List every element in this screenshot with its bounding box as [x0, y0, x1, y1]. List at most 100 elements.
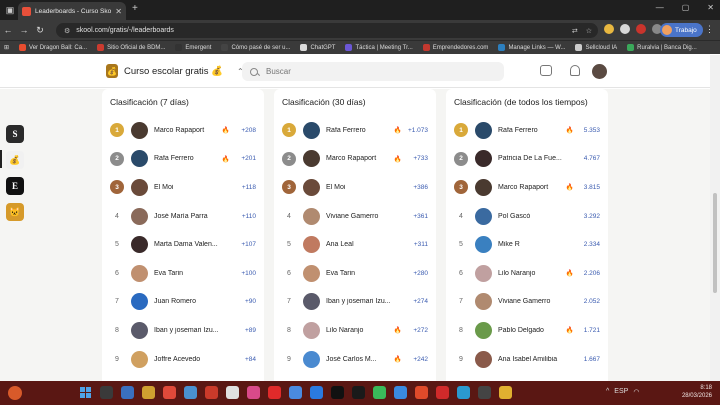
member-name[interactable]: Lilo Naranjo: [326, 327, 391, 334]
group-switcher[interactable]: 💰 Curso escolar gratis 💰 ⌃⌄: [106, 64, 250, 78]
app-icon[interactable]: [226, 386, 239, 399]
member-name[interactable]: Patricia De La Fue...: [498, 155, 574, 162]
address-bar[interactable]: ⚙ skool.com/gratis/-/leaderboards ⇄ ☆: [56, 23, 598, 38]
member-name[interactable]: Ana Isabel Amilibia: [498, 356, 574, 363]
member-avatar[interactable]: [303, 264, 320, 282]
leaderboard-row[interactable]: 9 José Carlos M... 🔥 +242: [282, 345, 428, 374]
browser-tab-leaderboards[interactable]: Leaderboards - Curso Skool Gra... ✕: [18, 2, 126, 20]
bookmark-item[interactable]: Cómo pasé de ser u...: [221, 44, 290, 51]
member-avatar[interactable]: [131, 121, 148, 139]
app-icon[interactable]: [184, 386, 197, 399]
member-avatar[interactable]: [475, 121, 492, 139]
new-tab-button[interactable]: +: [132, 3, 138, 14]
member-avatar[interactable]: [475, 207, 492, 225]
youtube-icon[interactable]: [268, 386, 281, 399]
leaderboard-row[interactable]: 2 Rafa Ferrero 🔥 +201: [110, 145, 256, 174]
member-name[interactable]: Pol Gascó: [498, 213, 574, 220]
chrome-icon[interactable]: [289, 386, 302, 399]
facebook-icon[interactable]: [310, 386, 323, 399]
member-avatar[interactable]: [131, 178, 148, 196]
tab-actions-icon[interactable]: ▣: [0, 0, 20, 20]
member-name[interactable]: Iban y josemari Izu...: [154, 327, 230, 334]
member-avatar[interactable]: [131, 321, 148, 339]
member-avatar[interactable]: [131, 207, 148, 225]
brand-badge-icon[interactable]: S: [6, 125, 24, 143]
scrollbar-thumb[interactable]: [713, 193, 717, 293]
member-name[interactable]: Joffre Acevedo: [154, 356, 230, 363]
member-name[interactable]: Rafa Ferrero: [154, 155, 219, 162]
wifi-icon[interactable]: ◠: [633, 388, 639, 396]
start-button[interactable]: [80, 387, 91, 398]
member-name[interactable]: Eva Tarin: [326, 270, 402, 277]
search-box[interactable]: [242, 62, 504, 81]
bookmark-item[interactable]: Ver Dragon Ball: Ca...: [19, 44, 87, 51]
file-explorer-icon[interactable]: [121, 386, 134, 399]
leaderboard-row[interactable]: 4 Viviane Gamerro +361: [282, 202, 428, 231]
leaderboard-row[interactable]: 6 Eva Tarin +100: [110, 259, 256, 288]
leaderboard-row[interactable]: 2 Marco Rapaport 🔥 +733: [282, 145, 428, 174]
bookmark-item[interactable]: Táctica | Meeting Tr...: [345, 44, 413, 51]
member-name[interactable]: Marco Rapaport: [498, 184, 563, 191]
member-avatar[interactable]: [303, 236, 320, 254]
folder-icon[interactable]: [142, 386, 155, 399]
telegram-icon[interactable]: [457, 386, 470, 399]
member-name[interactable]: Rafa Ferrero: [498, 127, 563, 134]
member-avatar[interactable]: [475, 264, 492, 282]
minimize-icon[interactable]: —: [656, 3, 664, 12]
widgets-icon[interactable]: [8, 386, 22, 400]
member-avatar[interactable]: [303, 207, 320, 225]
leaderboard-row[interactable]: 3 El Moi +386: [282, 173, 428, 202]
member-name[interactable]: Eva Tarin: [154, 270, 230, 277]
member-avatar[interactable]: [475, 293, 492, 311]
member-avatar[interactable]: [303, 350, 320, 368]
member-name[interactable]: José Carlos M...: [326, 356, 391, 363]
member-avatar[interactable]: [303, 121, 320, 139]
bookmark-item[interactable]: Emprendedores.com: [422, 44, 488, 51]
leaderboard-row[interactable]: 9 Ana Isabel Amilibia 1.667: [454, 345, 600, 374]
member-name[interactable]: Ana Leal: [326, 241, 402, 248]
leaderboard-row[interactable]: 8 Iban y josemari Izu... +89: [110, 316, 256, 345]
member-name[interactable]: Marco Rapaport: [154, 127, 219, 134]
member-avatar[interactable]: [131, 236, 148, 254]
chatgpt-icon[interactable]: [478, 386, 491, 399]
leaderboard-row[interactable]: 1 Marco Rapaport 🔥 +208: [110, 116, 256, 145]
tiktok-icon[interactable]: [331, 386, 344, 399]
maximize-icon[interactable]: ▢: [682, 3, 690, 12]
member-avatar[interactable]: [131, 264, 148, 282]
extension-icon[interactable]: [620, 24, 630, 34]
edge-icon[interactable]: [394, 386, 407, 399]
member-name[interactable]: El Moi: [326, 184, 402, 191]
bookmark-item[interactable]: ChatGPT: [300, 44, 335, 51]
member-avatar[interactable]: [131, 350, 148, 368]
search-taskbar-icon[interactable]: [100, 386, 113, 399]
member-name[interactable]: Viviane Gamerro: [498, 298, 574, 305]
leaderboard-row[interactable]: 1 Rafa Ferrero 🔥 +1.073: [282, 116, 428, 145]
member-name[interactable]: Marta Dama Valen...: [154, 241, 230, 248]
member-avatar[interactable]: [475, 236, 492, 254]
chat-icon[interactable]: [540, 65, 552, 76]
leaderboard-row[interactable]: 8 Lilo Naranjo 🔥 +272: [282, 316, 428, 345]
member-name[interactable]: Viviane Gamerro: [326, 213, 402, 220]
leaderboard-row[interactable]: 7 Juan Romero +90: [110, 288, 256, 317]
translate-icon[interactable]: ⇄: [572, 27, 578, 35]
leaderboard-row[interactable]: 7 Viviane Gamerro 2.052: [454, 288, 600, 317]
member-avatar[interactable]: [475, 150, 492, 168]
member-name[interactable]: El Moi: [154, 184, 230, 191]
clock[interactable]: 8:18 28/03/2026: [682, 384, 712, 400]
cat-avatar-icon[interactable]: 🐱: [6, 203, 24, 221]
member-avatar[interactable]: [131, 293, 148, 311]
member-avatar[interactable]: [475, 178, 492, 196]
member-name[interactable]: Lilo Naranjo: [498, 270, 563, 277]
member-avatar[interactable]: [475, 321, 492, 339]
leaderboard-row[interactable]: 7 Iban y josemari Izu... +274: [282, 288, 428, 317]
tab-close-icon[interactable]: ✕: [115, 7, 122, 16]
bookmark-item[interactable]: Sitio Oficial de BDM...: [97, 44, 165, 51]
instagram-icon[interactable]: [247, 386, 260, 399]
leaderboard-row[interactable]: 1 Rafa Ferrero 🔥 5.353: [454, 116, 600, 145]
member-avatar[interactable]: [303, 150, 320, 168]
bell-icon[interactable]: [570, 65, 580, 76]
page-scrollbar[interactable]: [710, 55, 720, 381]
bookmark-item[interactable]: Manage Links — W...: [498, 44, 565, 51]
chevron-up-icon[interactable]: ^: [606, 388, 609, 396]
whatsapp-icon[interactable]: [373, 386, 386, 399]
